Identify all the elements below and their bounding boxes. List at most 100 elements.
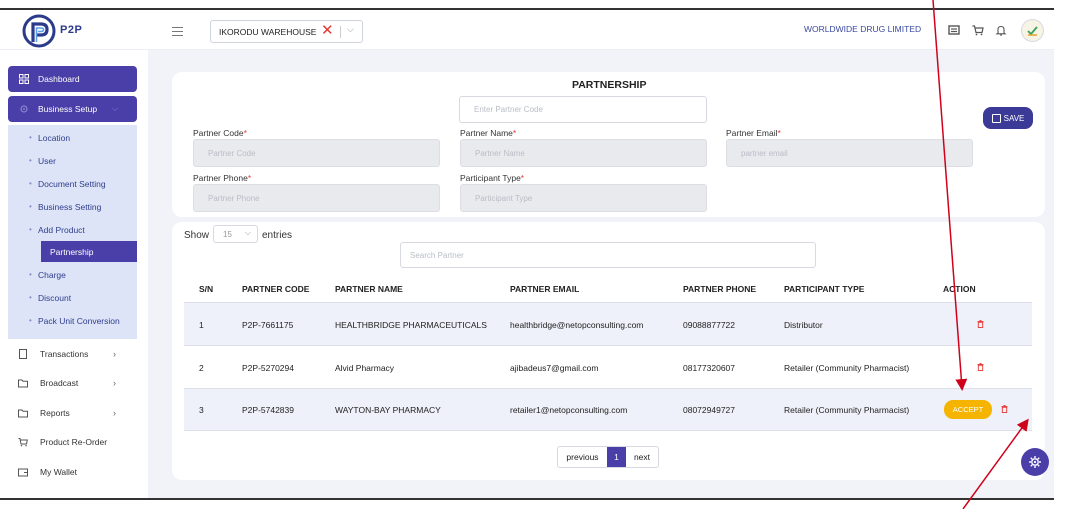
cell-sn: 1 xyxy=(199,320,204,330)
sidebar-item-location[interactable]: Location xyxy=(8,127,137,148)
partner-code-field[interactable]: Partner Code xyxy=(193,139,440,167)
cell-partner-code: P2P-5742839 xyxy=(242,405,294,415)
cell-partner-email: healthbridge@netopconsulting.com xyxy=(510,320,644,330)
sidebar-item-business-setup[interactable]: Business Setup ⌵ xyxy=(8,96,137,122)
gear-icon xyxy=(1029,456,1041,468)
column-header-action: ACTION xyxy=(943,284,976,294)
next-page-button[interactable]: next xyxy=(626,447,658,467)
company-name: WORLDWIDE DRUG LIMITED xyxy=(804,24,922,34)
avatar[interactable] xyxy=(1021,19,1044,42)
sidebar-item-my-wallet[interactable]: My Wallet xyxy=(18,467,77,477)
gear-icon xyxy=(20,105,28,113)
cell-partner-phone: 09088877722 xyxy=(683,320,736,330)
chevron-down-icon: ⌵ xyxy=(244,228,251,237)
p2p-logo[interactable] xyxy=(22,14,56,48)
sidebar-item-add-product[interactable]: Add Product xyxy=(8,219,137,240)
sidebar-item-broadcast[interactable]: Broadcast › xyxy=(18,378,116,388)
column-header-partner-name: PARTNER NAME xyxy=(335,284,403,294)
column-header-sn: S/N xyxy=(199,284,214,294)
entries-label: entries xyxy=(262,230,293,241)
sidebar-item-label: Broadcast xyxy=(40,378,79,388)
sidebar-item-label: Product Re-Order xyxy=(40,437,108,447)
cell-participant-type: Retailer (Community Pharmacist) xyxy=(784,405,910,415)
partner-name-field[interactable]: Partner Name xyxy=(460,139,707,167)
sidebar-item-transactions[interactable]: Transactions › xyxy=(18,349,116,359)
partner-phone-field[interactable]: Partner Phone xyxy=(193,184,440,212)
bell-icon[interactable] xyxy=(994,23,1008,37)
cell-participant-type: Retailer (Community Pharmacist) xyxy=(784,363,910,373)
cell-sn: 3 xyxy=(199,405,204,415)
sidebar-item-pack-unit-conversion[interactable]: Pack Unit Conversion xyxy=(8,310,137,331)
cell-partner-phone: 08177320607 xyxy=(683,363,736,373)
document-icon xyxy=(19,349,27,359)
sidebar-item-label: My Wallet xyxy=(40,467,77,477)
column-header-partner-code: PARTNER CODE xyxy=(242,284,310,294)
partner-name-label: Partner Name* xyxy=(460,128,517,138)
bottom-border xyxy=(0,498,1054,500)
sidebar-item-dashboard[interactable]: Dashboard xyxy=(8,66,137,92)
sidebar-item-business-setting[interactable]: Business Setting xyxy=(8,196,137,217)
sidebar-item-label: Business Setup xyxy=(38,104,98,114)
page-title: PARTNERSHIP xyxy=(572,79,647,91)
partner-code-label: Partner Code* xyxy=(193,128,247,138)
entries-select[interactable]: 15 ⌵ xyxy=(213,225,258,243)
chevron-down-icon: ⌵ xyxy=(112,104,119,113)
sidebar-item-label: Transactions xyxy=(40,349,89,359)
participant-type-field[interactable]: Participant Type xyxy=(460,184,707,212)
entries-value: 15 xyxy=(223,229,232,239)
column-header-partner-phone: PARTNER PHONE xyxy=(683,284,757,294)
participant-type-label: Participant Type* xyxy=(460,173,525,183)
partner-code-lookup-input[interactable]: Enter Partner Code xyxy=(459,96,707,123)
menu-icon[interactable] xyxy=(172,27,183,36)
cart-icon[interactable] xyxy=(971,23,985,37)
pagination: previous 1 next xyxy=(557,446,659,468)
settings-fab[interactable] xyxy=(1021,448,1049,476)
sidebar-item-user[interactable]: User xyxy=(8,150,137,171)
cell-partner-name: Alvid Pharmacy xyxy=(335,363,395,373)
save-button-label: SAVE xyxy=(1003,113,1025,123)
sidebar-item-document-setting[interactable]: Document Setting xyxy=(8,173,137,194)
dashboard-icon xyxy=(19,74,29,84)
sidebar-item-charge[interactable]: Charge xyxy=(8,264,137,285)
cell-partner-name: WAYTON-BAY PHARMACY xyxy=(335,405,441,415)
chevron-down-icon[interactable]: ⌵ xyxy=(347,24,354,35)
cart-icon xyxy=(18,438,28,447)
search-partner-input[interactable]: Search Partner xyxy=(400,242,816,268)
column-header-partner-email: PARTNER EMAIL xyxy=(510,284,580,294)
trash-icon[interactable] xyxy=(1001,405,1008,413)
sidebar-item-label: Reports xyxy=(40,408,70,418)
sidebar-item-product-reorder[interactable]: Product Re-Order xyxy=(18,437,107,447)
sidebar-item-partnership[interactable]: Partnership xyxy=(41,241,137,262)
cell-partner-code: P2P-7661175 xyxy=(242,320,294,330)
folder-icon xyxy=(18,409,28,418)
business-setup-submenu: Location User Document Setting Business … xyxy=(8,125,137,339)
show-label: Show xyxy=(184,230,210,241)
partner-phone-label: Partner Phone* xyxy=(193,173,252,183)
logo-text: P2P xyxy=(60,24,83,36)
previous-page-button[interactable]: previous xyxy=(558,447,607,467)
accept-button[interactable]: ACCEPT xyxy=(944,400,992,419)
list-icon[interactable] xyxy=(947,23,961,37)
cell-sn: 2 xyxy=(199,363,204,373)
partner-email-label: Partner Email* xyxy=(726,128,781,138)
wallet-icon xyxy=(18,468,28,477)
row-divider xyxy=(184,430,1032,431)
warehouse-value: IKORODU WAREHOUSE xyxy=(219,26,317,37)
cell-partner-name: HEALTHBRIDGE PHARMACEUTICALS xyxy=(335,320,487,330)
select-divider xyxy=(340,26,341,38)
current-page-button[interactable]: 1 xyxy=(607,447,626,467)
trash-icon[interactable] xyxy=(977,320,984,328)
partner-email-field[interactable]: partner email xyxy=(726,139,973,167)
chevron-right-icon: › xyxy=(113,378,116,388)
warehouse-select[interactable]: IKORODU WAREHOUSE ✕ ⌵ xyxy=(210,20,363,43)
sidebar-item-reports[interactable]: Reports › xyxy=(18,408,116,418)
trash-icon[interactable] xyxy=(977,363,984,371)
save-button[interactable]: SAVE xyxy=(983,107,1033,129)
cell-partner-phone: 08072949727 xyxy=(683,405,736,415)
sidebar-item-discount[interactable]: Discount xyxy=(8,287,137,308)
cell-partner-email: ajibadeus7@gmail.com xyxy=(510,363,599,373)
clear-icon[interactable]: ✕ xyxy=(321,22,334,40)
cell-partner-email: retailer1@netopconsulting.com xyxy=(510,405,628,415)
sidebar-item-label: Dashboard xyxy=(38,74,80,84)
chevron-right-icon: › xyxy=(113,349,116,359)
